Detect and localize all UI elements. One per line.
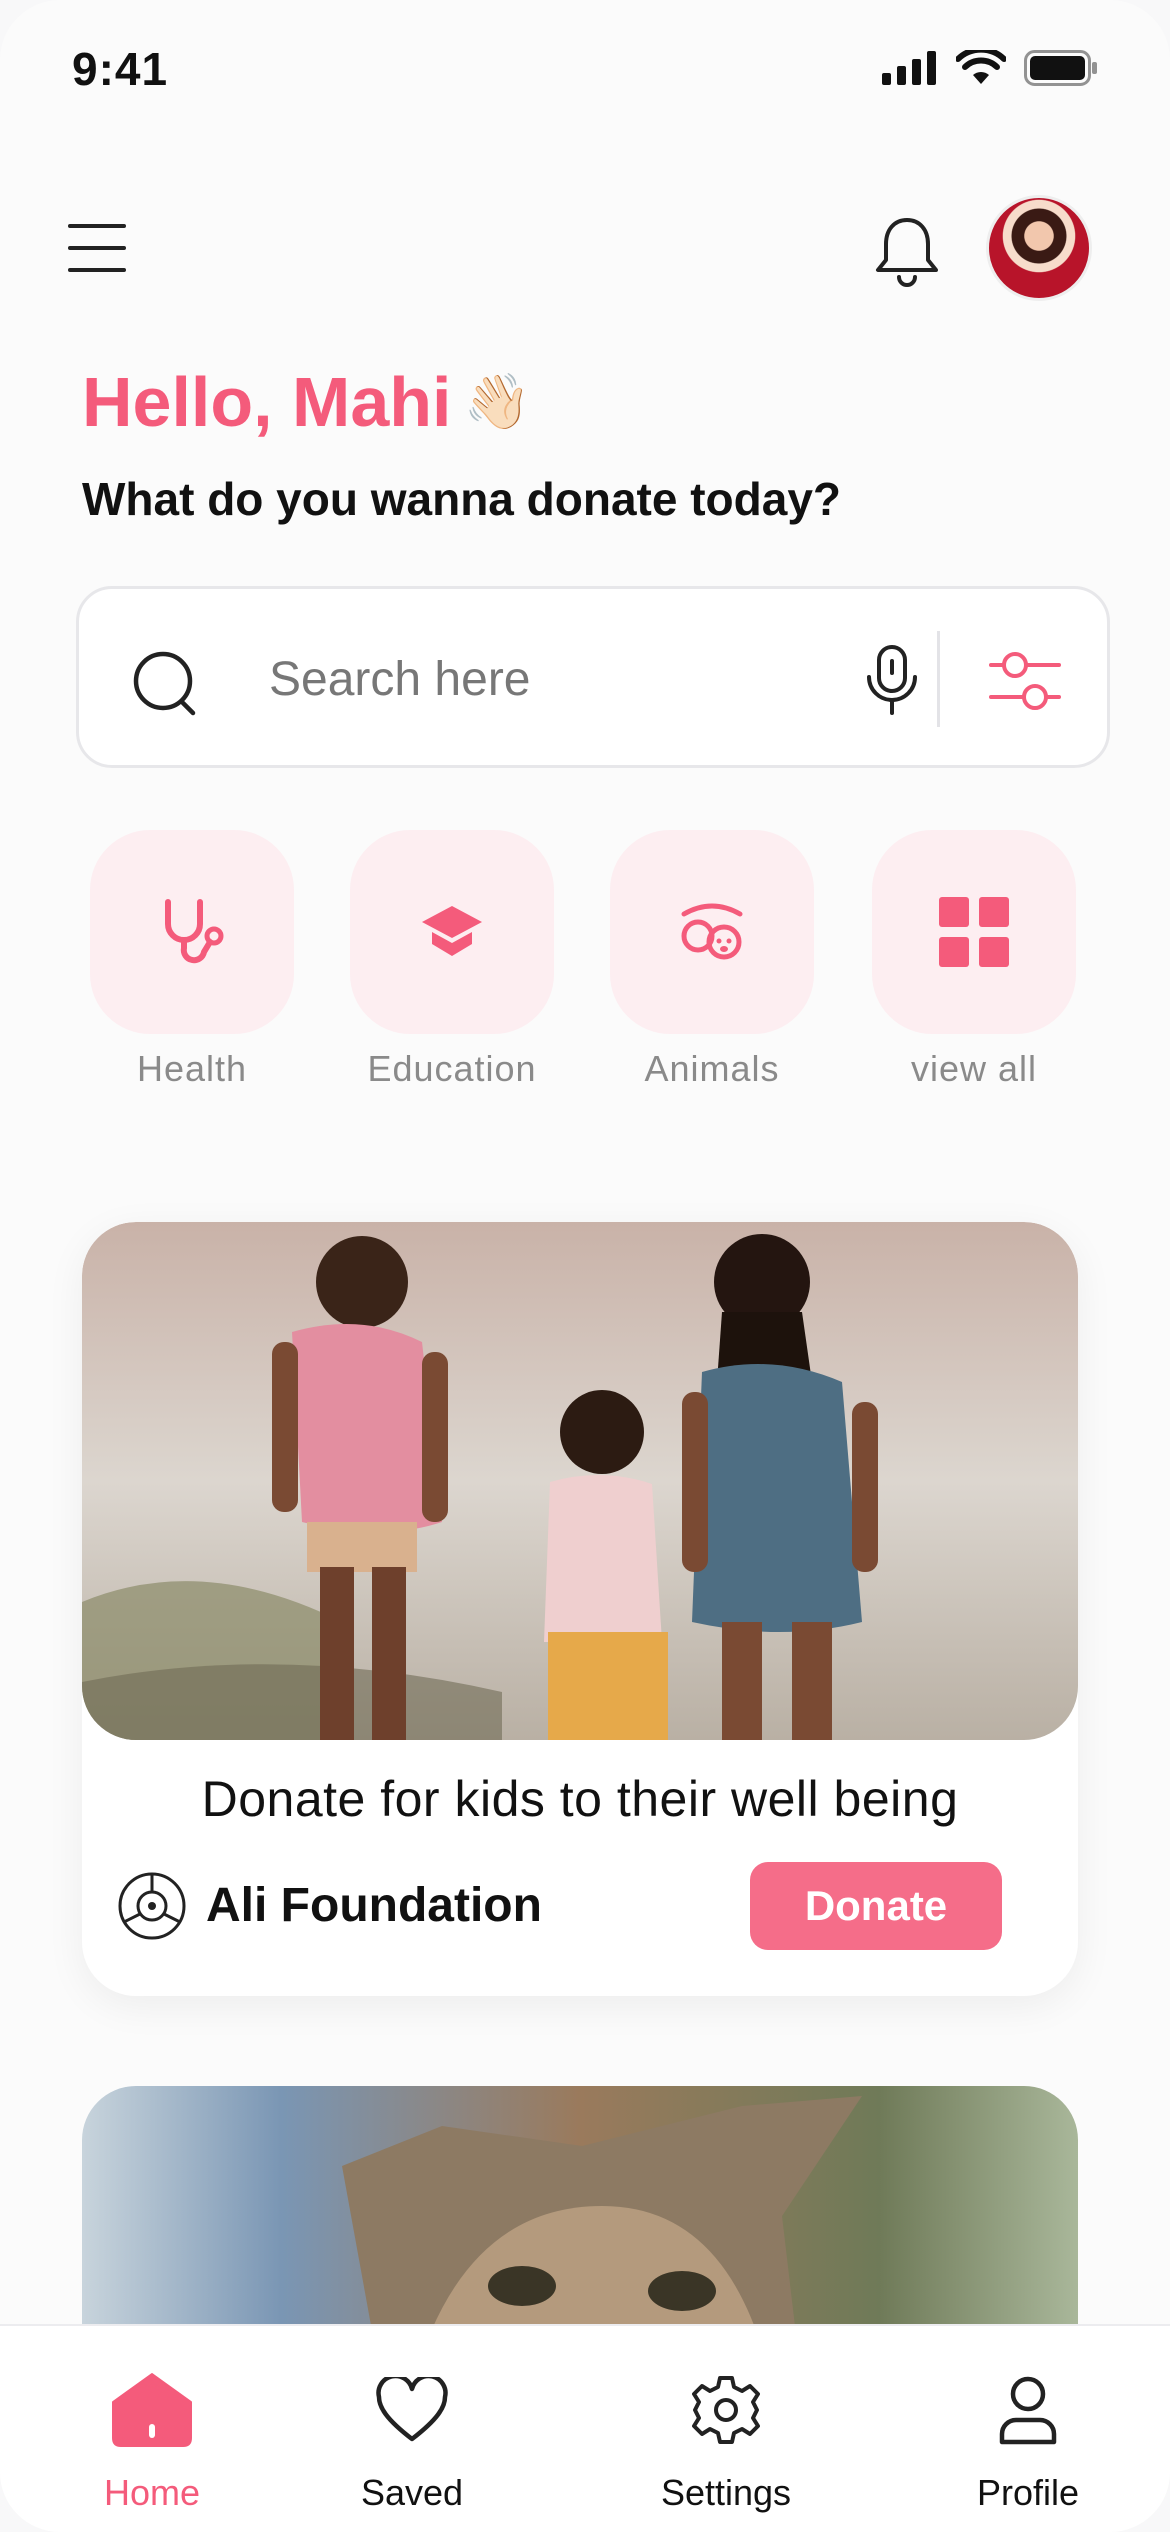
three-kids-walking-photo bbox=[82, 1222, 1078, 1740]
hamburger-icon[interactable] bbox=[66, 220, 130, 276]
wifi-icon bbox=[956, 50, 1006, 84]
nav-saved[interactable]: Saved bbox=[312, 2370, 512, 2514]
search-bar bbox=[76, 586, 1110, 768]
filter-sliders-icon[interactable] bbox=[985, 641, 1065, 721]
heart-icon bbox=[376, 2377, 448, 2442]
status-bar: 9:41 bbox=[0, 0, 1170, 140]
nav-settings[interactable]: Settings bbox=[626, 2370, 826, 2514]
category-label: Animals bbox=[644, 1048, 780, 1089]
category-tile bbox=[610, 830, 814, 1034]
donation-card[interactable]: Donate for kids to their well being Ali … bbox=[82, 1222, 1078, 1996]
category-view-all[interactable]: view all bbox=[872, 830, 1076, 1090]
category-tile bbox=[350, 830, 554, 1034]
category-tile bbox=[872, 830, 1076, 1034]
animal-paw-icon bbox=[681, 903, 743, 960]
graduation-cap-icon bbox=[422, 906, 482, 956]
nav-label: Profile bbox=[976, 2472, 1080, 2513]
avatar[interactable] bbox=[986, 195, 1092, 301]
category-label: Education bbox=[367, 1048, 537, 1089]
person-icon bbox=[999, 2376, 1057, 2445]
nav-home[interactable]: Home bbox=[52, 2370, 252, 2514]
greeting-text: Hello, Mahi bbox=[82, 363, 452, 441]
stethoscope-icon bbox=[165, 899, 224, 964]
card-title: Donate for kids to their well being bbox=[201, 1771, 959, 1827]
nav-label: Home bbox=[103, 2472, 201, 2513]
category-health[interactable]: Health bbox=[90, 830, 294, 1090]
category-tile bbox=[90, 830, 294, 1034]
cellular-signal-icon bbox=[882, 51, 936, 85]
status-time: 9:41 bbox=[72, 43, 169, 95]
grid-icon bbox=[939, 897, 1009, 967]
search-icon bbox=[133, 651, 196, 716]
search-input[interactable] bbox=[269, 639, 869, 719]
category-education[interactable]: Education bbox=[350, 830, 554, 1090]
nav-label: Settings bbox=[660, 2472, 792, 2513]
home-screen: 9:41 Hello, Mahi 👋🏻 What do you wanna do… bbox=[0, 0, 1170, 2532]
search-divider bbox=[937, 631, 940, 727]
status-icons bbox=[882, 50, 1098, 86]
microphone-icon[interactable] bbox=[857, 643, 927, 719]
waving-hand-emoji: 👋🏻 bbox=[463, 372, 531, 432]
foundation-logo-icon bbox=[118, 1872, 186, 1940]
battery-icon bbox=[1024, 50, 1097, 86]
category-list: Health Education Animals view all bbox=[0, 830, 1170, 1100]
nav-profile[interactable]: Profile bbox=[928, 2370, 1128, 2514]
gear-icon bbox=[692, 2376, 760, 2444]
home-icon bbox=[112, 2373, 192, 2447]
bell-icon[interactable] bbox=[872, 214, 942, 290]
category-label: Health bbox=[136, 1048, 248, 1089]
category-animals[interactable]: Animals bbox=[610, 830, 814, 1090]
top-header bbox=[0, 190, 1170, 310]
nav-label: Saved bbox=[360, 2472, 464, 2513]
bottom-navigation: Home Saved Settings Profile bbox=[0, 2324, 1170, 2532]
category-label: view all bbox=[910, 1048, 1038, 1089]
donate-button[interactable]: Donate bbox=[750, 1862, 1002, 1950]
greeting-title: Hello, Mahi 👋🏻 bbox=[82, 362, 531, 442]
organization-name[interactable]: Ali Foundation bbox=[206, 1878, 542, 1933]
greeting-question: What do you wanna donate today? bbox=[82, 473, 841, 525]
